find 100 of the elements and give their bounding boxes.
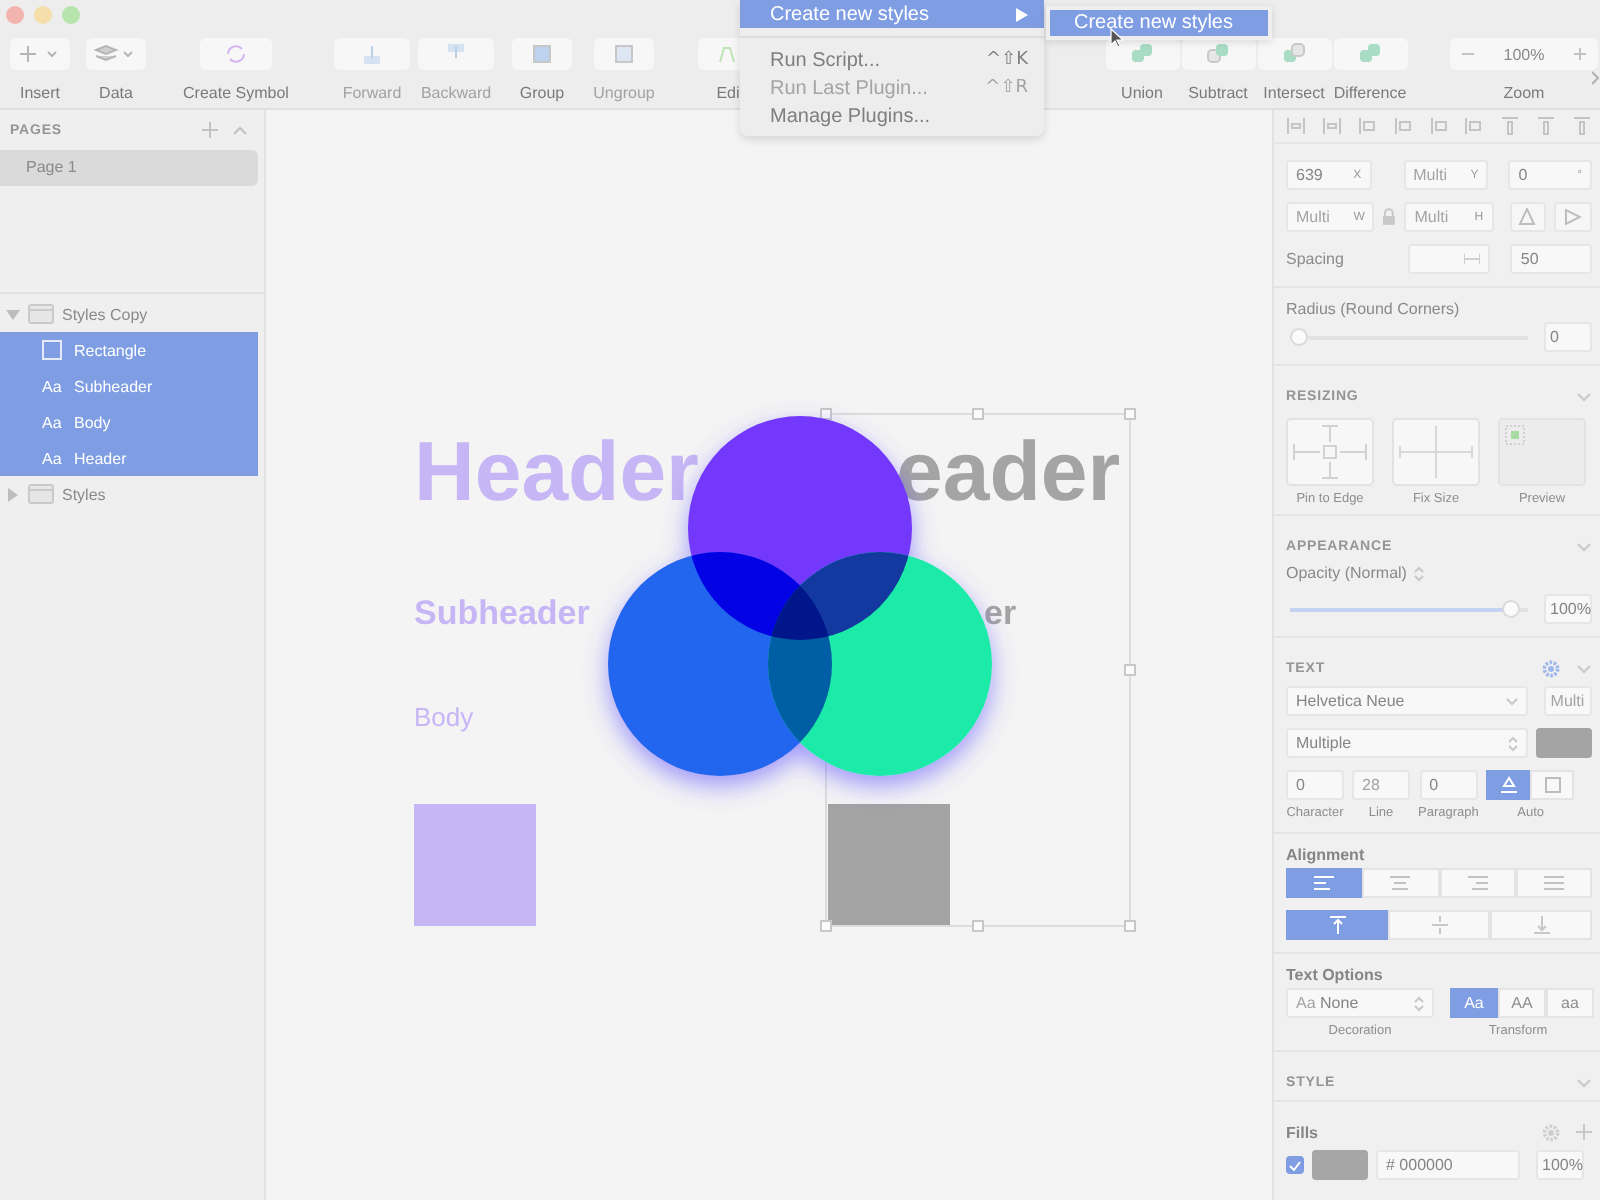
number-field[interactable]: 0 bbox=[1419, 770, 1478, 800]
settings-icon[interactable] bbox=[1542, 659, 1560, 677]
opacity-field[interactable]: 100% bbox=[1544, 594, 1592, 624]
align-icon[interactable] bbox=[1572, 116, 1592, 136]
transform-button[interactable]: Aa bbox=[1450, 988, 1498, 1018]
ungroup-tool-button[interactable] bbox=[594, 38, 654, 70]
layer-row[interactable]: Aa Header bbox=[0, 440, 258, 476]
opacity-field[interactable]: 100% bbox=[1536, 1150, 1584, 1180]
group-icon bbox=[612, 42, 636, 66]
stack-icon bbox=[94, 44, 138, 64]
slider-thumb[interactable] bbox=[1290, 328, 1308, 346]
font-dropdown[interactable]: Helvetica Neue bbox=[1286, 686, 1529, 716]
zoom-control[interactable]: 100% bbox=[1450, 38, 1598, 70]
collapse-icon[interactable] bbox=[232, 125, 248, 135]
chevron-down-icon[interactable] bbox=[1576, 391, 1592, 401]
tool-label: Backward bbox=[420, 84, 492, 102]
flip-horizontal-button[interactable] bbox=[1509, 202, 1547, 232]
refresh-icon bbox=[224, 42, 248, 66]
chevron-down-icon[interactable] bbox=[1576, 541, 1592, 551]
transform-button[interactable]: aa bbox=[1546, 988, 1594, 1018]
align-middle-button[interactable] bbox=[1388, 910, 1490, 940]
flip-vertical-button[interactable] bbox=[1554, 202, 1592, 232]
color-swatch[interactable] bbox=[1536, 728, 1592, 758]
text-layer-glyph: Aa bbox=[42, 413, 62, 431]
menu-item[interactable]: Run Script... ^⇧K bbox=[740, 46, 1044, 74]
spacing-field[interactable] bbox=[1407, 244, 1491, 274]
cursor-icon bbox=[1110, 28, 1124, 48]
forward-tool-button[interactable] bbox=[334, 38, 410, 70]
tool-label: Difference bbox=[1333, 84, 1407, 102]
menu-item[interactable]: Create new styles bbox=[1050, 10, 1268, 36]
subheader-text: er bbox=[984, 596, 1017, 630]
align-justify-button[interactable] bbox=[1515, 868, 1592, 898]
align-icon[interactable] bbox=[1500, 116, 1521, 136]
hex-field[interactable]: # 000000 bbox=[1376, 1150, 1520, 1180]
insert-tool-button[interactable] bbox=[10, 38, 70, 70]
plus-icon bbox=[18, 44, 62, 64]
transform-button[interactable]: AA bbox=[1498, 988, 1546, 1018]
layer-row[interactable]: Aa Body bbox=[0, 404, 258, 440]
difference-button[interactable] bbox=[1333, 38, 1407, 70]
chevron-down-icon[interactable] bbox=[1576, 1077, 1592, 1087]
fill-color-swatch[interactable] bbox=[1312, 1150, 1368, 1180]
subtract-button[interactable] bbox=[1181, 38, 1255, 70]
settings-icon[interactable] bbox=[1542, 1123, 1560, 1141]
align-icon[interactable] bbox=[1393, 116, 1414, 136]
menu-item[interactable]: Manage Plugins... bbox=[740, 102, 1044, 130]
fix-size-drawing[interactable] bbox=[1392, 418, 1480, 486]
align-icon[interactable] bbox=[1536, 116, 1557, 136]
fixed-size-button[interactable] bbox=[1530, 770, 1575, 800]
menu-item[interactable]: Create new styles bbox=[740, 0, 1044, 28]
union-button[interactable] bbox=[1105, 38, 1179, 70]
decoration-dropdown[interactable]: Aa None bbox=[1286, 988, 1434, 1018]
layer-row[interactable]: Aa Subheader bbox=[0, 368, 258, 404]
plus-icon[interactable] bbox=[202, 122, 218, 138]
preview-drawing[interactable] bbox=[1498, 418, 1586, 486]
expanded-triangle-icon[interactable] bbox=[6, 307, 20, 321]
align-right-button[interactable] bbox=[1439, 868, 1516, 898]
fills-label: Fills bbox=[1286, 1123, 1321, 1141]
close-button[interactable] bbox=[6, 5, 24, 23]
align-bottom-button[interactable] bbox=[1490, 910, 1592, 940]
spacing-value-field[interactable]: 50 bbox=[1510, 244, 1592, 274]
chevron-icon[interactable] bbox=[1592, 70, 1600, 86]
radius-field[interactable]: 0 bbox=[1544, 322, 1592, 352]
align-center-button[interactable] bbox=[1362, 868, 1439, 898]
collapsed-triangle-icon[interactable] bbox=[6, 487, 20, 501]
page-item[interactable]: Page 1 bbox=[0, 150, 258, 186]
layer-row[interactable]: Rectangle bbox=[0, 332, 258, 368]
plus-icon[interactable] bbox=[1576, 1124, 1592, 1140]
zoom-button[interactable] bbox=[62, 5, 80, 23]
folder-icon bbox=[28, 304, 54, 324]
pin-to-edge-drawing[interactable] bbox=[1286, 418, 1374, 486]
align-icon[interactable] bbox=[1286, 116, 1306, 136]
overlap-shapes-icon bbox=[1130, 42, 1154, 66]
auto-width-button[interactable] bbox=[1486, 770, 1531, 800]
slider-thumb[interactable] bbox=[1501, 600, 1520, 618]
group-tool-button[interactable] bbox=[512, 38, 572, 70]
layer-name[interactable]: Styles Copy bbox=[62, 305, 148, 323]
vertical-align-icon bbox=[1431, 916, 1447, 934]
align-left-button[interactable] bbox=[1286, 868, 1363, 898]
stepper-icon[interactable] bbox=[1414, 565, 1425, 581]
chevron-down-icon[interactable] bbox=[1576, 663, 1592, 673]
number-field[interactable]: 0 bbox=[1286, 770, 1344, 800]
submenu-arrow-icon bbox=[1016, 7, 1028, 21]
align-icon[interactable] bbox=[1429, 116, 1449, 136]
align-icon[interactable] bbox=[1357, 116, 1378, 136]
tool-label: Ungroup bbox=[593, 84, 655, 102]
fill-checkbox[interactable] bbox=[1286, 1156, 1304, 1174]
align-icon[interactable] bbox=[1321, 116, 1342, 136]
number-field[interactable]: 28 bbox=[1352, 770, 1410, 800]
intersect-button[interactable] bbox=[1257, 38, 1331, 70]
align-top-button[interactable] bbox=[1286, 910, 1388, 940]
symbol-tool-button[interactable] bbox=[200, 38, 272, 70]
text-options-label: Text Options bbox=[1286, 966, 1385, 984]
minimize-button[interactable] bbox=[34, 5, 52, 23]
style-dropdown[interactable]: Multiple bbox=[1286, 728, 1529, 758]
align-icon[interactable] bbox=[1464, 116, 1485, 136]
lock-icon[interactable] bbox=[1382, 208, 1397, 226]
data-tool-button[interactable] bbox=[86, 38, 146, 70]
weight-field[interactable]: Multi bbox=[1544, 686, 1592, 716]
backward-tool-button[interactable] bbox=[418, 38, 494, 70]
layer-name[interactable]: Styles bbox=[62, 485, 106, 503]
